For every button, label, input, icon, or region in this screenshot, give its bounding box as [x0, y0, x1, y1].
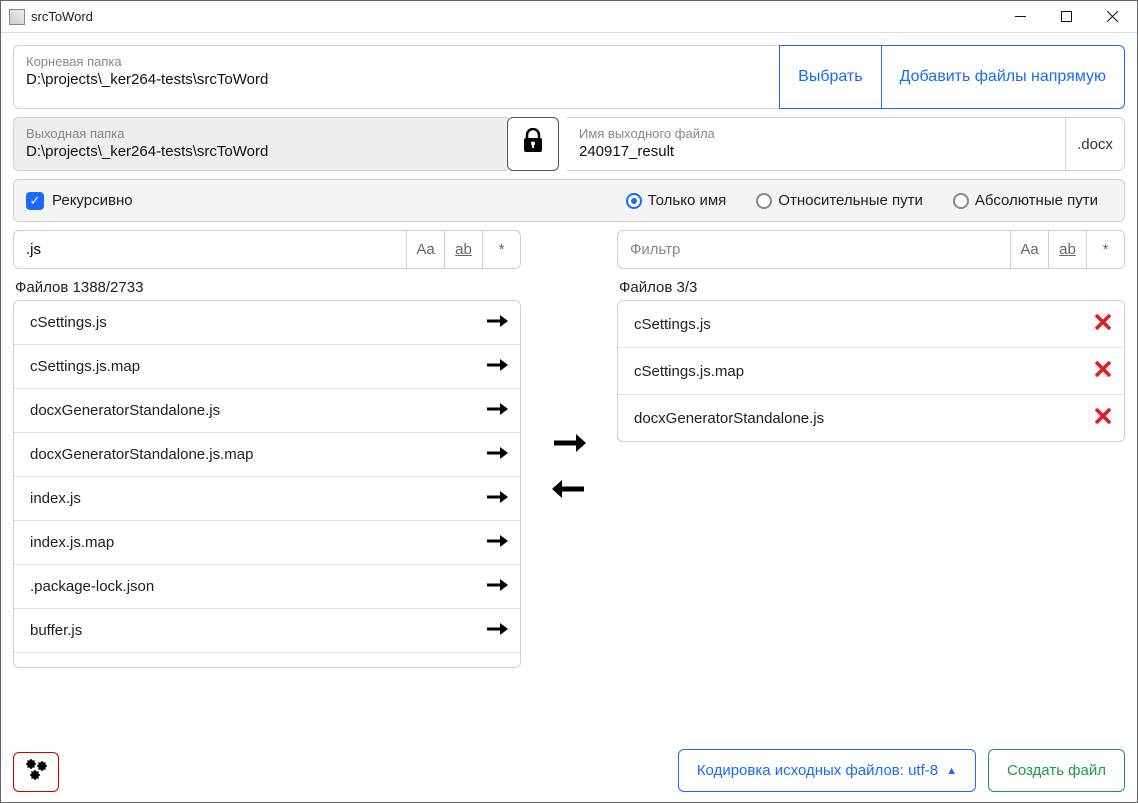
create-file-button[interactable]: Создать файл — [988, 749, 1125, 792]
lock-button[interactable] — [507, 117, 559, 171]
close-button[interactable] — [1089, 2, 1135, 32]
move-left-button[interactable] — [552, 476, 586, 506]
maximize-button[interactable] — [1043, 2, 1089, 32]
wildcard-toggle-button[interactable]: * — [482, 231, 520, 268]
add-files-button[interactable]: Добавить файлы напрямую — [881, 45, 1125, 109]
list-item[interactable]: index.js.map — [14, 521, 520, 565]
radio-absolute-paths[interactable]: Абсолютные пути — [939, 186, 1112, 215]
select-folder-button[interactable]: Выбрать — [779, 45, 880, 109]
list-item[interactable]: docxGeneratorStandalone.js.map — [14, 433, 520, 477]
recursive-checkbox[interactable]: ✓ — [26, 192, 44, 210]
list-item[interactable]: base.js — [14, 653, 520, 668]
encoding-dropdown[interactable]: Кодировка исходных файлов: utf-8 ▲ — [678, 749, 976, 792]
file-name: docxGeneratorStandalone.js — [634, 410, 1094, 427]
list-item[interactable]: index.js — [14, 477, 520, 521]
list-item[interactable]: cSettings.js — [618, 301, 1124, 348]
list-item[interactable]: docxGeneratorStandalone.js — [14, 389, 520, 433]
source-filter-row: Aa ab * — [13, 230, 521, 269]
output-folder-field: Выходная папка D:\projects\_ker264-tests… — [13, 117, 507, 171]
selected-filter-row: Aa ab * — [617, 230, 1125, 269]
output-name-field[interactable]: Имя выходного файла 240917_result — [567, 117, 1065, 171]
list-item[interactable]: cSettings.js.map — [618, 348, 1124, 395]
file-name: cSettings.js.map — [30, 358, 486, 375]
remove-file-icon[interactable] — [1094, 311, 1112, 337]
remove-file-icon[interactable] — [1094, 405, 1112, 431]
root-folder-label: Корневая папка — [26, 54, 767, 69]
add-file-icon[interactable] — [486, 619, 508, 642]
wildcard-toggle-button[interactable]: * — [1086, 231, 1124, 268]
radio-icon — [756, 193, 772, 209]
case-toggle-button[interactable]: Aa — [1010, 231, 1048, 268]
add-file-icon[interactable] — [486, 531, 508, 554]
file-name: buffer.js — [30, 622, 486, 639]
file-name: cSettings.js — [30, 314, 486, 331]
add-file-icon[interactable] — [486, 663, 508, 668]
minimize-button[interactable] — [997, 2, 1043, 32]
radio-relative-label: Относительные пути — [778, 192, 923, 209]
remove-file-icon[interactable] — [1094, 358, 1112, 384]
add-file-icon[interactable] — [486, 355, 508, 378]
settings-button[interactable] — [13, 752, 59, 792]
source-file-list[interactable]: cSettings.js cSettings.js.map docxGenerato… — [13, 300, 521, 668]
whole-word-toggle-button[interactable]: ab — [1048, 231, 1086, 268]
file-name: .package-lock.json — [30, 578, 486, 595]
gear-icon — [22, 756, 50, 788]
window-title: srcToWord — [31, 9, 997, 24]
app-window: srcToWord Корневая папка D:\projects\_ke… — [0, 0, 1138, 803]
selected-panel: Aa ab * Файлов 3/3 cSettings.jscSettings… — [617, 230, 1125, 735]
move-right-button[interactable] — [552, 430, 586, 460]
output-name-value: 240917_result — [579, 143, 1053, 160]
output-name-label: Имя выходного файла — [579, 126, 1053, 141]
list-item[interactable]: cSettings.js — [14, 301, 520, 345]
recursive-label: Рекурсивно — [52, 192, 133, 209]
radio-name-only-label: Только имя — [648, 192, 727, 209]
whole-word-toggle-button[interactable]: ab — [444, 231, 482, 268]
footer: Кодировка исходных файлов: utf-8 ▲ Созда… — [13, 743, 1125, 792]
file-name: index.js — [30, 490, 486, 507]
selected-filter-input[interactable] — [618, 231, 1010, 268]
root-folder-field[interactable]: Корневая папка D:\projects\_ker264-tests… — [13, 45, 779, 109]
source-filter-input[interactable] — [14, 231, 406, 268]
file-name: docxGeneratorStandalone.js — [30, 402, 486, 419]
radio-name-only[interactable]: Только имя — [612, 186, 741, 215]
selected-file-list[interactable]: cSettings.js cSettings.js.map docxGenerato… — [617, 300, 1125, 442]
titlebar: srcToWord — [1, 1, 1137, 33]
file-name: base.js — [30, 666, 486, 668]
output-folder-label: Выходная папка — [26, 126, 495, 141]
radio-relative-paths[interactable]: Относительные пути — [742, 186, 937, 215]
radio-icon — [626, 193, 642, 209]
source-panel: Aa ab * Файлов 1388/2733 cSettings.jscSe… — [13, 230, 521, 735]
root-folder-row: Корневая папка D:\projects\_ker264-tests… — [13, 45, 1125, 109]
file-name: cSettings.js.map — [634, 363, 1094, 380]
add-file-icon[interactable] — [486, 399, 508, 422]
file-name: cSettings.js — [634, 316, 1094, 333]
source-count: Файлов 1388/2733 — [15, 279, 521, 296]
transfer-arrows — [537, 230, 601, 735]
output-folder-value: D:\projects\_ker264-tests\srcToWord — [26, 143, 495, 160]
lock-icon — [521, 128, 545, 160]
extension-label: .docx — [1065, 117, 1125, 171]
selected-count: Файлов 3/3 — [619, 279, 1125, 296]
options-bar: ✓ Рекурсивно Только имя Относительные пу… — [13, 179, 1125, 222]
list-item[interactable]: docxGeneratorStandalone.js — [618, 395, 1124, 441]
root-folder-value: D:\projects\_ker264-tests\srcToWord — [26, 71, 767, 88]
file-name: index.js.map — [30, 534, 486, 551]
app-icon — [9, 9, 25, 25]
list-item[interactable]: cSettings.js.map — [14, 345, 520, 389]
output-row: Выходная папка D:\projects\_ker264-tests… — [13, 117, 1125, 171]
add-file-icon[interactable] — [486, 575, 508, 598]
add-file-icon[interactable] — [486, 311, 508, 334]
encoding-label: Кодировка исходных файлов: utf-8 — [697, 762, 938, 779]
radio-icon — [953, 193, 969, 209]
radio-absolute-label: Абсолютные пути — [975, 192, 1098, 209]
caret-up-icon: ▲ — [946, 765, 957, 777]
add-file-icon[interactable] — [486, 443, 508, 466]
list-item[interactable]: .package-lock.json — [14, 565, 520, 609]
file-name: docxGeneratorStandalone.js.map — [30, 446, 486, 463]
list-item[interactable]: buffer.js — [14, 609, 520, 653]
add-file-icon[interactable] — [486, 487, 508, 510]
case-toggle-button[interactable]: Aa — [406, 231, 444, 268]
